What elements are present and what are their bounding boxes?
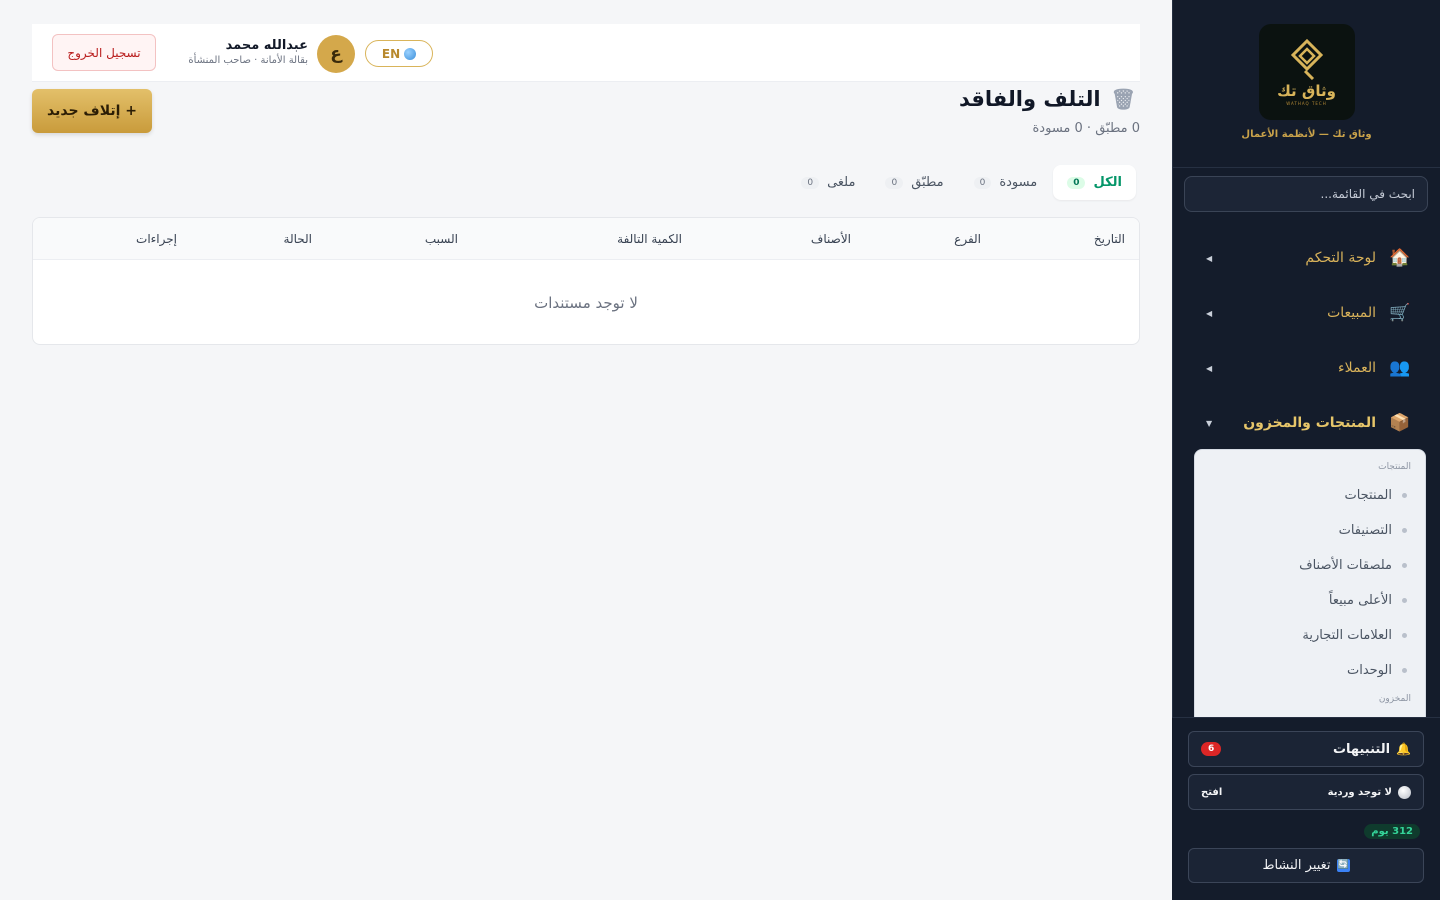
new-write-off-button[interactable]: + إتلاف جديد bbox=[32, 89, 152, 133]
page-title: 🗑 التلف والفاقد bbox=[959, 87, 1136, 111]
alerts-count-badge: 6 bbox=[1201, 742, 1222, 756]
documents-table: التاريخ الفرع الأصناف الكمية التالفة الس… bbox=[32, 217, 1140, 345]
home-icon: 🏠 bbox=[1389, 248, 1411, 268]
chevron-left-icon: ◀ bbox=[1206, 253, 1213, 263]
bullet-icon bbox=[1402, 527, 1407, 533]
nav-item-customers[interactable]: 👥 العملاء ◀ bbox=[1184, 348, 1428, 388]
bullet-icon bbox=[1402, 562, 1407, 568]
bullet-icon bbox=[1402, 492, 1407, 498]
column-header-damaged-qty[interactable]: الكمية التالفة bbox=[617, 232, 682, 246]
change-activity-button[interactable]: 🔄 تغيير النشاط bbox=[1188, 848, 1424, 883]
table-header-row: التاريخ الفرع الأصناف الكمية التالفة الس… bbox=[33, 218, 1139, 260]
tab-count-badge: 0 bbox=[973, 176, 992, 189]
column-header-branch[interactable]: الفرع bbox=[954, 232, 981, 246]
language-label: EN bbox=[381, 46, 401, 61]
nav-label-sales: المبيعات bbox=[1327, 305, 1376, 321]
tab-count-badge: 0 bbox=[885, 176, 904, 189]
nav-item-sales[interactable]: 🛒 المبيعات ◀ bbox=[1184, 293, 1428, 333]
tab-all[interactable]: الكل 0 bbox=[1053, 165, 1136, 200]
submenu-item-best-sellers[interactable]: الأعلى مبيعاً bbox=[1209, 588, 1411, 612]
logo[interactable]: وثاق تك WATHAQ TECH bbox=[1258, 24, 1355, 120]
sidebar: وثاق تك WATHAQ TECH وثاق تك — لأنظمة الأ… bbox=[1172, 0, 1440, 900]
bullet-icon bbox=[1402, 632, 1407, 638]
nav-item-products-inventory[interactable]: 📦 المنتجات والمخزون ▼ bbox=[1184, 403, 1428, 443]
submenu-group-products: المنتجات bbox=[1378, 462, 1411, 472]
nav-label-products-inventory: المنتجات والمخزون bbox=[1243, 415, 1376, 431]
bell-icon: 🔔 bbox=[1396, 742, 1411, 756]
column-header-status[interactable]: الحالة bbox=[284, 232, 312, 246]
wastebasket-icon: 🗑 bbox=[1110, 87, 1136, 111]
page-title-text: التلف والفاقد bbox=[959, 87, 1101, 111]
brand-tagline: وثاق تك — لأنظمة الأعمال bbox=[1241, 129, 1372, 140]
topbar: EN ع عبدالله محمد بقالة الأمانة · صاحب ا… bbox=[32, 24, 1140, 82]
chevron-down-icon: ▼ bbox=[1206, 418, 1213, 428]
page-subtitle: 0 مطبّق · 0 مسودة bbox=[1032, 121, 1141, 136]
submenu-group-inventory: المخزون bbox=[1378, 694, 1411, 704]
cart-icon: 🛒 bbox=[1389, 303, 1411, 323]
nav-item-dashboard[interactable]: 🏠 لوحة التحكم ◀ bbox=[1184, 238, 1428, 278]
column-header-actions: إجراءات bbox=[136, 232, 177, 246]
user-role: بقالة الأمانة · صاحب المنشأة bbox=[188, 55, 308, 66]
sidebar-search-placeholder: ابحث في القائمة... bbox=[1320, 187, 1415, 201]
submenu-item-label: التصنيفات bbox=[1338, 522, 1392, 538]
submenu-item-label: ملصقات الأصناف bbox=[1299, 557, 1392, 573]
logo-text: وثاق تك bbox=[1277, 82, 1336, 100]
tab-count-badge: 0 bbox=[801, 176, 820, 189]
user-name: عبدالله محمد bbox=[225, 38, 308, 53]
nav-label-dashboard: لوحة التحكم bbox=[1305, 250, 1376, 266]
submenu-item-label: المنتجات bbox=[1344, 487, 1392, 503]
products-submenu: المنتجات المنتجات التصنيفات ملصقات الأصن… bbox=[1194, 449, 1426, 717]
avatar[interactable]: ع bbox=[317, 35, 355, 73]
tab-count-badge: 0 bbox=[1067, 176, 1086, 189]
tab-label: مسودة bbox=[999, 175, 1038, 190]
box-icon: 📦 bbox=[1389, 413, 1411, 433]
moon-icon bbox=[1398, 785, 1411, 799]
submenu-item-label: الأعلى مبيعاً bbox=[1328, 592, 1392, 608]
logout-button[interactable]: تسجيل الخروج bbox=[52, 34, 156, 71]
change-activity-label: تغيير النشاط bbox=[1262, 858, 1331, 873]
tab-label: ملغى bbox=[827, 175, 856, 190]
refresh-icon: 🔄 bbox=[1336, 859, 1350, 872]
column-header-reason[interactable]: السبب bbox=[425, 232, 458, 246]
language-toggle[interactable]: EN bbox=[365, 40, 433, 67]
shift-status-label: لا توجد وردية bbox=[1327, 786, 1392, 798]
logo-subtext: WATHAQ TECH bbox=[1286, 101, 1327, 106]
shift-status: لا توجد وردية افتح bbox=[1188, 774, 1424, 810]
submenu-item-products[interactable]: المنتجات bbox=[1209, 483, 1411, 507]
alerts-label: التنبيهات bbox=[1332, 741, 1391, 757]
open-shift-button[interactable]: افتح bbox=[1201, 787, 1222, 798]
submenu-item-item-labels[interactable]: ملصقات الأصناف bbox=[1209, 553, 1411, 577]
sidebar-search-input[interactable]: ابحث في القائمة... bbox=[1184, 176, 1428, 212]
bullet-icon bbox=[1402, 667, 1407, 673]
sidebar-footer: 🔔 التنبيهات 6 لا توجد وردية افتح 312 يوم… bbox=[1172, 717, 1440, 900]
submenu-item-label: العلامات التجارية bbox=[1302, 627, 1392, 643]
submenu-item-brands[interactable]: العلامات التجارية bbox=[1209, 623, 1411, 647]
tab-label: الكل bbox=[1093, 175, 1122, 190]
tab-draft[interactable]: مسودة 0 bbox=[960, 165, 1052, 200]
column-header-items[interactable]: الأصناف bbox=[811, 232, 851, 246]
tab-cancelled[interactable]: ملغى 0 bbox=[787, 165, 869, 200]
days-remaining-badge: 312 يوم bbox=[1364, 824, 1420, 839]
column-header-date[interactable]: التاريخ bbox=[1094, 232, 1125, 246]
users-icon: 👥 bbox=[1389, 358, 1411, 378]
chevron-left-icon: ◀ bbox=[1206, 308, 1213, 318]
chevron-left-icon: ◀ bbox=[1206, 363, 1213, 373]
submenu-item-label: الوحدات bbox=[1347, 662, 1392, 678]
bullet-icon bbox=[1402, 597, 1407, 603]
tab-applied[interactable]: مطبّق 0 bbox=[871, 165, 957, 200]
submenu-item-categories[interactable]: التصنيفات bbox=[1209, 518, 1411, 542]
tab-label: مطبّق bbox=[911, 175, 944, 190]
globe-icon bbox=[404, 47, 417, 60]
alerts-button[interactable]: 🔔 التنبيهات 6 bbox=[1188, 731, 1424, 767]
logo-mark-icon bbox=[1290, 38, 1323, 80]
status-tabs: الكل 0 مسودة 0 مطبّق 0 ملغى 0 bbox=[785, 165, 1136, 200]
submenu-item-units[interactable]: الوحدات bbox=[1209, 658, 1411, 682]
nav-label-customers: العملاء bbox=[1338, 360, 1376, 376]
empty-state-message: لا توجد مستندات bbox=[534, 294, 638, 312]
brand: وثاق تك WATHAQ TECH وثاق تك — لأنظمة الأ… bbox=[1173, 0, 1440, 168]
